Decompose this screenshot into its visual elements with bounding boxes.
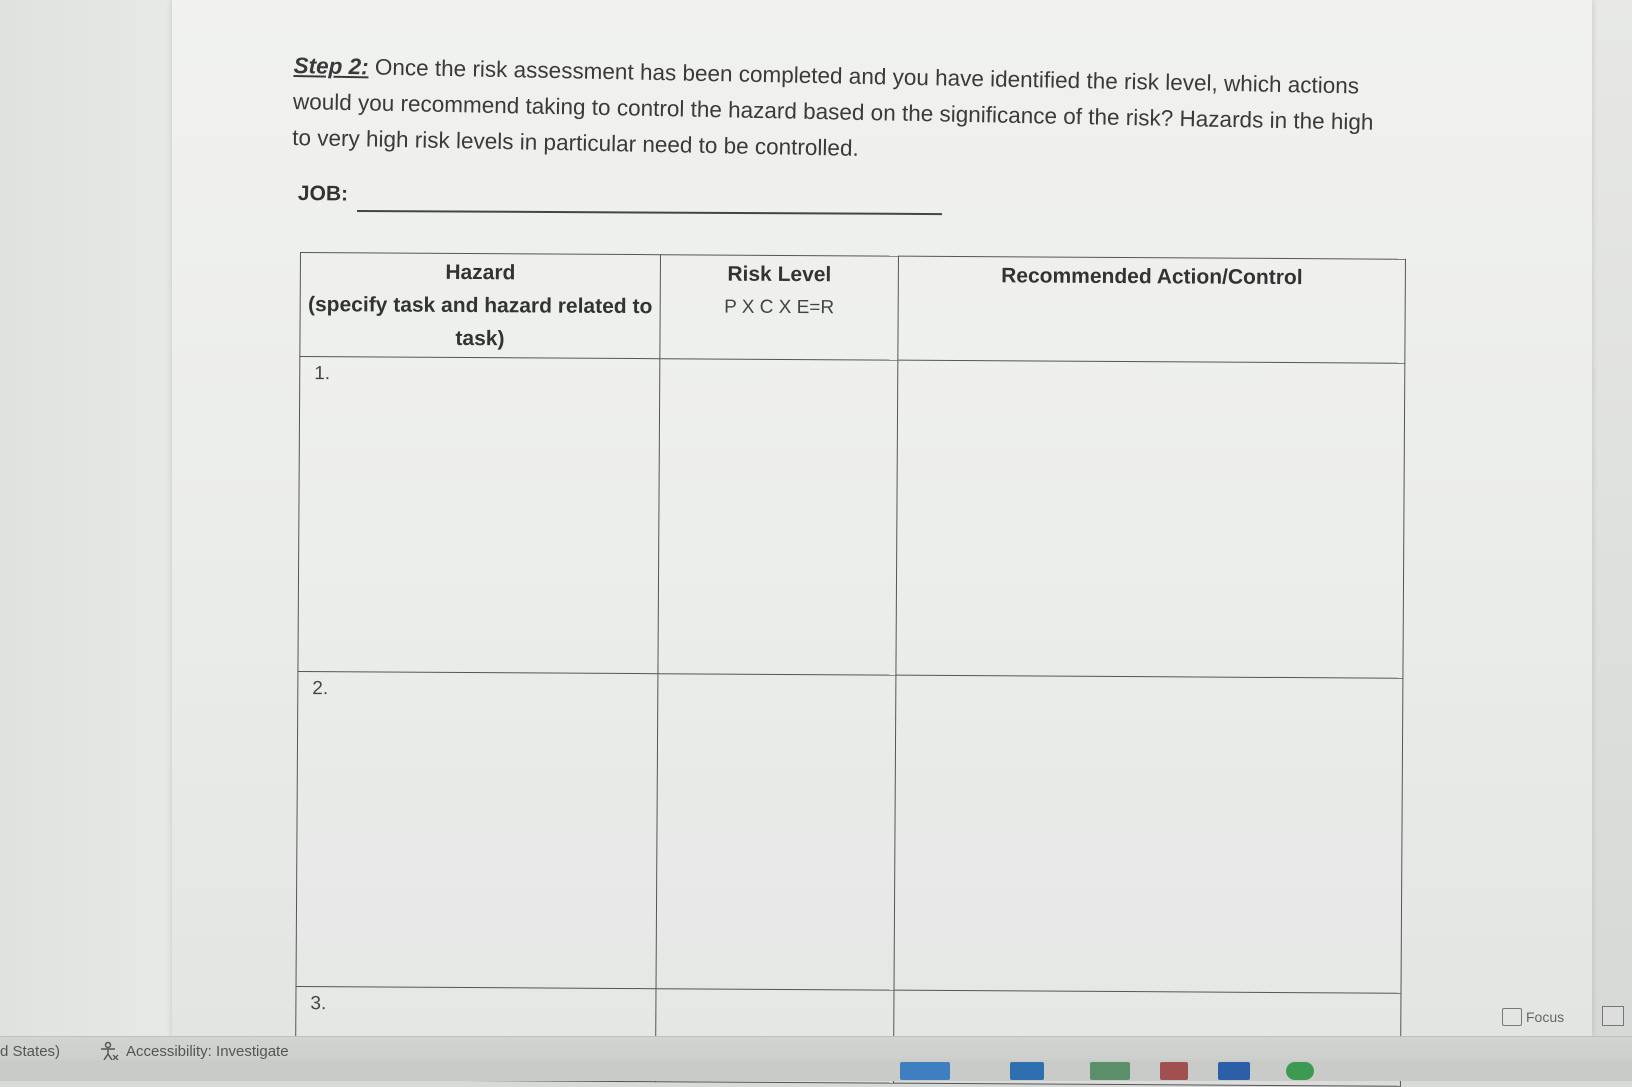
- row-number: 2.: [312, 678, 329, 700]
- header-action-title: Recommended Action/Control: [1001, 264, 1303, 290]
- header-risk-title: Risk Level: [727, 262, 832, 287]
- risk-cell-2[interactable]: [656, 673, 896, 991]
- table-row: 2.: [296, 671, 1403, 994]
- taskbar-app-icon[interactable]: [1160, 1062, 1188, 1080]
- risk-control-table: Hazard (specify task and hazard related …: [294, 252, 1406, 1087]
- taskbar-app-icon[interactable]: [1090, 1062, 1130, 1080]
- row-number: 1.: [314, 363, 331, 385]
- taskbar: [0, 1060, 1632, 1080]
- accessibility-status[interactable]: Accessibility: Investigate: [98, 1041, 289, 1061]
- header-hazard-title: Hazard: [445, 260, 516, 285]
- header-hazard: Hazard (specify task and hazard related …: [299, 252, 661, 359]
- hazard-cell-1[interactable]: 1.: [297, 356, 660, 674]
- table-header-row: Hazard (specify task and hazard related …: [299, 252, 1406, 364]
- taskbar-app-icon[interactable]: [900, 1062, 950, 1080]
- print-layout-icon[interactable]: [1602, 1006, 1624, 1026]
- table-row: 1.: [297, 356, 1405, 679]
- accessibility-icon: [101, 1041, 119, 1061]
- hazard-cell-2[interactable]: 2.: [296, 671, 658, 989]
- row-number: 3.: [310, 993, 327, 1015]
- action-cell-1[interactable]: [895, 360, 1405, 679]
- risk-cell-1[interactable]: [657, 358, 898, 676]
- action-cell-2[interactable]: [894, 675, 1403, 994]
- taskbar-app-icon[interactable]: [1010, 1062, 1044, 1080]
- left-margin-area: [0, 0, 172, 1036]
- header-hazard-sub: (specify task and hazard related to task…: [307, 293, 653, 351]
- focus-label: Focus: [1526, 1009, 1565, 1025]
- taskbar-app-icon[interactable]: [1286, 1062, 1314, 1080]
- step-label: Step 2:: [293, 52, 369, 80]
- risk-table-wrapper: Hazard (specify task and hazard related …: [294, 252, 1406, 1087]
- focus-icon: [1502, 1008, 1522, 1026]
- instructions-paragraph: Step 2: Once the risk assessment has bee…: [292, 48, 1384, 177]
- header-recommended-action: Recommended Action/Control: [897, 256, 1406, 364]
- job-label: JOB:: [297, 182, 349, 206]
- language-status[interactable]: d States): [0, 1043, 60, 1060]
- header-risk-level: Risk Level P X C X E=R: [659, 254, 899, 361]
- accessibility-label: Accessibility: Investigate: [126, 1042, 289, 1060]
- header-risk-formula: P X C X E=R: [724, 296, 835, 319]
- focus-button[interactable]: Focus: [1502, 1008, 1564, 1026]
- taskbar-word-icon[interactable]: [1218, 1062, 1250, 1080]
- instructions-text: Once the risk assessment has been comple…: [292, 54, 1374, 161]
